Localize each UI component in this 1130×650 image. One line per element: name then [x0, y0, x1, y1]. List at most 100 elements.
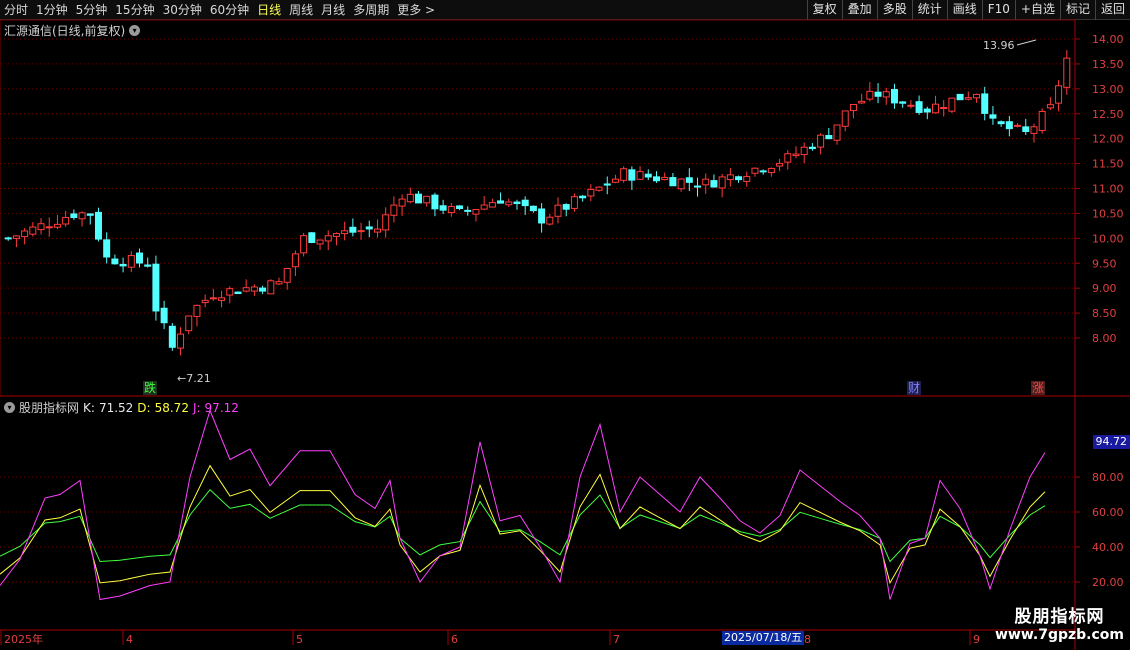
price-axis-label: 13.50: [1092, 58, 1124, 71]
candle-body: [538, 208, 546, 224]
candle-body: [267, 280, 275, 295]
candle-body: [70, 213, 78, 219]
candle-body: [472, 209, 480, 215]
candle-body: [341, 230, 349, 235]
price-axis-label: 12.00: [1092, 133, 1124, 146]
candle-body: [907, 104, 915, 107]
candle-body: [521, 199, 529, 207]
candle-body: [447, 205, 455, 214]
price-axis-label: 10.50: [1092, 207, 1124, 220]
candle-body: [37, 223, 45, 231]
candle-body: [817, 134, 825, 148]
chevron-down-icon[interactable]: ▾: [4, 402, 15, 413]
candle-body: [874, 91, 882, 97]
k-line: [0, 464, 1046, 585]
candle-body: [349, 226, 357, 233]
indicator-current-value: 94.72: [1092, 435, 1130, 449]
candle-body: [177, 333, 185, 349]
candle-body: [997, 121, 1005, 125]
candle-body: [185, 315, 193, 332]
candle-body: [160, 307, 168, 324]
candle-body: [308, 232, 316, 243]
event-marker: 涨: [1032, 380, 1044, 395]
candle-body: [603, 183, 611, 186]
candle-body: [694, 185, 702, 188]
candle-body: [4, 237, 12, 240]
candle-body: [1022, 126, 1030, 133]
k-label: K:: [83, 400, 95, 415]
candle-body: [86, 213, 94, 216]
candle-body: [849, 103, 857, 112]
candle-body: [579, 195, 587, 199]
k-value: 71.52: [98, 400, 134, 415]
candle-body: [923, 108, 931, 113]
indicator-axis-label: 60.00: [1092, 506, 1124, 519]
candle-body: [587, 188, 595, 197]
price-axis-label: 11.50: [1092, 158, 1124, 171]
candle-body: [119, 263, 127, 267]
candle-body: [406, 193, 414, 203]
candle-body: [940, 107, 948, 110]
min-price-label: ←7.21: [177, 372, 211, 385]
indicator-title-bar: ▾ 股朋指标网 K: 71.52 D: 58.72 J: 97.12: [4, 399, 239, 416]
candle-body: [644, 173, 652, 178]
candle-body: [242, 287, 250, 292]
candle-body: [168, 325, 176, 348]
price-chart: 14.00 13.50 13.00 12.50 12.00 11.50 11.00 10.50…: [0, 19, 1130, 650]
candle-body: [1014, 124, 1022, 127]
candle-body: [702, 178, 710, 186]
date-tooltip: 2025/07/18/五: [722, 631, 805, 645]
candle-body: [136, 252, 144, 264]
d-value: 58.72: [154, 400, 189, 415]
candle-body: [488, 202, 496, 208]
candle-body: [464, 209, 472, 212]
candlesticks: [4, 50, 1071, 356]
candle-body: [234, 291, 242, 295]
candle-body: [685, 177, 693, 183]
watermark-title: 股朋指标网: [1014, 607, 1105, 627]
candle-body: [948, 97, 956, 112]
candle-body: [792, 153, 800, 157]
candle-body: [291, 253, 299, 268]
candle-body: [956, 93, 964, 101]
candle-body: [636, 171, 644, 180]
candle-body: [800, 146, 808, 156]
candle-body: [53, 223, 61, 228]
candle-body: [144, 264, 152, 267]
candle-body: [1038, 110, 1046, 131]
price-axis-label: 12.50: [1092, 108, 1124, 121]
candle-body: [669, 177, 677, 187]
candle-body: [735, 176, 743, 181]
candle-body: [398, 198, 406, 207]
price-panel-frame: [0, 19, 1076, 397]
price-axis-label: 10.00: [1092, 232, 1124, 245]
kdj-lines: [0, 409, 1046, 601]
candle-body: [415, 193, 423, 204]
candle-body: [915, 101, 923, 113]
candle-body: [103, 239, 111, 258]
d-label: D:: [137, 400, 151, 415]
candle-body: [29, 226, 37, 235]
candle-body: [620, 168, 628, 181]
candle-body: [808, 146, 816, 150]
date-axis-label: 2025年: [4, 632, 43, 646]
date-axis-label: 7: [613, 633, 620, 646]
candle-body: [726, 174, 734, 181]
candle-body: [628, 169, 636, 181]
candle-body: [1063, 57, 1071, 88]
candle-body: [890, 89, 898, 104]
candle-body: [505, 201, 513, 206]
candle-body: [152, 263, 160, 312]
candle-body: [751, 167, 759, 174]
candle-body: [62, 217, 70, 225]
candle-body: [94, 211, 102, 240]
candle-body: [365, 226, 373, 230]
candle-body: [767, 167, 775, 174]
candle-body: [784, 153, 792, 163]
candle-body: [989, 114, 997, 119]
candle-body: [866, 90, 874, 100]
candle-body: [456, 205, 464, 210]
price-axis-label: 9.00: [1092, 282, 1117, 295]
price-axis-label: 14.00: [1092, 33, 1124, 46]
candle-body: [127, 255, 135, 268]
